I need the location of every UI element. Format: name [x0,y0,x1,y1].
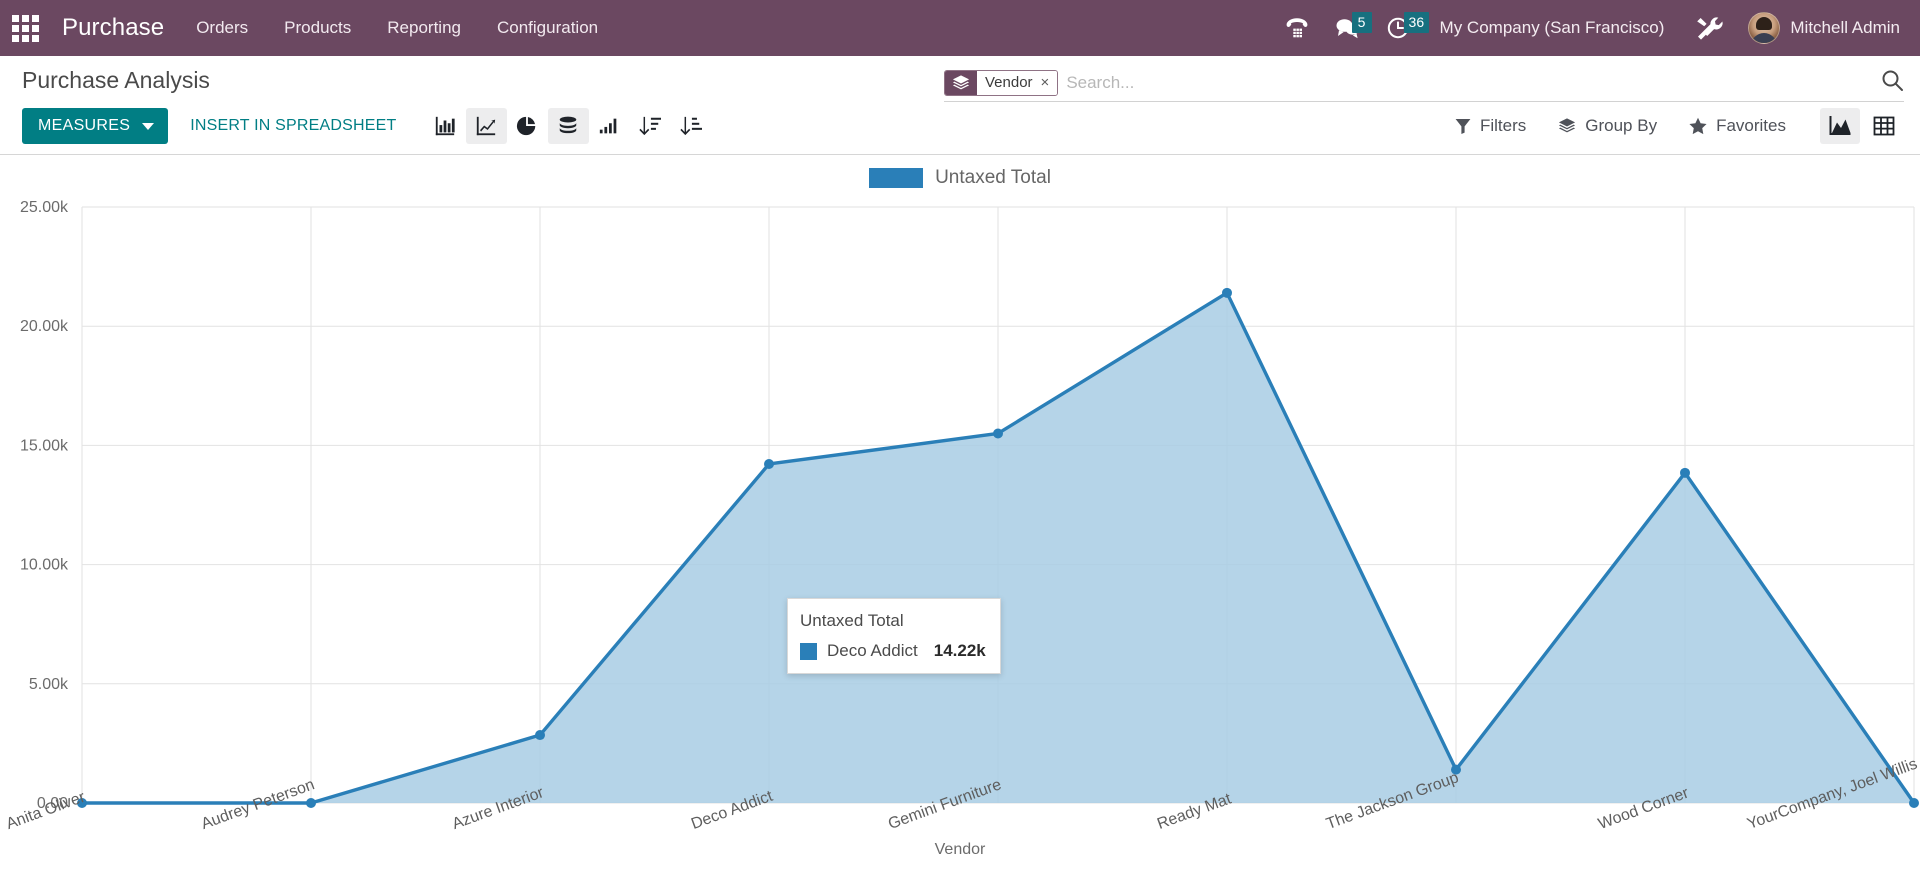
tooltip-series-name: Deco Addict [827,641,918,660]
search-input[interactable] [1066,70,1870,95]
x-axis-title: Vendor [934,841,986,858]
tooltip-value: 14.22k [933,641,986,660]
facet-text: Vendor [985,74,1033,91]
messages-badge: 5 [1351,12,1372,33]
graph-view-icon[interactable] [1820,108,1860,144]
chevron-down-icon [142,122,155,130]
data-point [993,428,1003,439]
layers-icon [1559,118,1576,133]
data-point [1909,798,1919,808]
ascending-bars-icon[interactable] [589,108,630,144]
activities-badge: 36 [1403,12,1430,33]
data-point [1222,287,1232,298]
menu-reporting[interactable]: Reporting [369,0,479,56]
messages-icon[interactable]: 5 [1322,8,1374,48]
group-by-button[interactable]: Group By [1542,108,1673,144]
app-brand-purchase[interactable]: Purchase [48,14,178,42]
tooltip-title: Untaxed Total [800,611,904,630]
area-chart-canvas[interactable]: 0.005.00k10.00k15.00k20.00k25.00k [0,155,1920,867]
star-icon [1689,117,1707,135]
tooltip-row: Deco Addict 14.22k [800,641,986,661]
menu-configuration[interactable]: Configuration [479,0,616,56]
line-chart-icon[interactable] [465,108,507,144]
measures-label: MEASURES [38,117,131,134]
filter-funnel-icon [1455,119,1471,134]
control-panel: Purchase Analysis Vendor × Search... MEA… [0,56,1920,155]
search-icon[interactable] [1870,68,1904,97]
top-navbar: Purchase Orders Products Reporting Confi… [0,0,1920,56]
bar-chart-icon[interactable] [425,108,466,144]
search-view: Vendor × [944,68,1904,102]
menu-products[interactable]: Products [266,0,369,56]
sort-ascending-icon[interactable] [671,108,712,144]
apps-grid-icon[interactable] [8,11,42,45]
clock-activities-icon[interactable]: 36 [1374,8,1430,48]
developer-tools-icon[interactable] [1680,8,1738,48]
stacked-icon[interactable] [547,108,589,144]
y-tick-label: 5.00k [29,676,69,693]
insert-in-spreadsheet-button[interactable]: INSERT IN SPREADSHEET [174,108,412,144]
pivot-view-icon[interactable] [1864,108,1904,144]
group-by-label: Group By [1585,116,1658,135]
favorites-label: Favorites [1716,116,1786,135]
user-avatar [1748,12,1781,44]
data-point [535,730,545,741]
company-selector[interactable]: My Company (San Francisco) [1424,18,1681,38]
search-facet-vendor[interactable]: Vendor × [944,69,1059,96]
filters-button[interactable]: Filters [1439,108,1542,144]
sort-descending-icon[interactable] [630,108,671,144]
navbar-right-tools: 5 36 My Company (San Francisco) Mitchell… [1272,8,1904,48]
search-facet-label: Vendor × [977,70,1058,95]
tooltip-swatch [800,642,817,660]
view-switcher [1820,108,1904,144]
chart-type-toolbar [425,108,712,144]
filters-label: Filters [1479,116,1527,135]
y-tick-label: 25.00k [20,199,69,216]
user-name: Mitchell Admin [1790,18,1900,37]
menu-orders[interactable]: Orders [178,0,266,56]
data-point [306,798,316,808]
y-tick-label: 20.00k [20,318,69,335]
y-tick-label: 10.00k [20,557,69,574]
group-by-layers-icon [945,70,977,95]
phone-dialpad-icon[interactable] [1272,8,1322,48]
chart-tooltip: Untaxed Total Deco Addict 14.22k [787,598,1001,674]
user-menu[interactable]: Mitchell Admin [1738,12,1904,44]
data-point [764,458,774,469]
pie-chart-icon[interactable] [507,108,548,144]
search-dropdown-group: Filters Group By Favorites [1439,108,1802,144]
control-panel-bottom-row: MEASURES INSERT IN SPREADSHEET Filters G… [0,102,1920,154]
page-title: Purchase Analysis [22,67,210,93]
facet-remove-icon[interactable]: × [1041,75,1050,90]
y-tick-label: 15.00k [20,437,69,454]
graph-view: Untaxed Total 0.00 5.00k 10.00k 15.00k 20.00… [0,155,1920,867]
data-point [1680,467,1690,478]
measures-button[interactable]: MEASURES [22,108,169,144]
control-panel-top-row: Purchase Analysis Vendor × [0,56,1920,102]
favorites-button[interactable]: Favorites [1673,108,1802,144]
